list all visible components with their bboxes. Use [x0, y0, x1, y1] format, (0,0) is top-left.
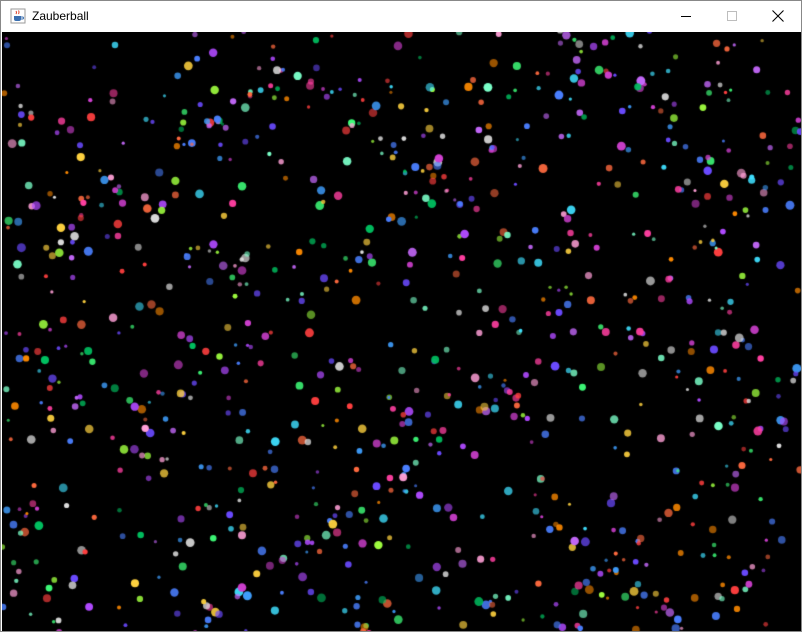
maximize-icon	[727, 11, 737, 21]
close-button[interactable]	[755, 1, 801, 31]
maximize-button[interactable]	[709, 1, 755, 31]
animation-canvas-area[interactable]	[2, 32, 801, 631]
minimize-icon	[681, 16, 691, 17]
minimize-button[interactable]	[663, 1, 709, 31]
close-icon	[772, 10, 784, 22]
particle-canvas[interactable]	[2, 32, 801, 631]
window-title: Zauberball	[32, 9, 89, 23]
java-cup-icon	[10, 8, 26, 24]
app-window: Zauberball	[0, 0, 802, 632]
title-bar[interactable]: Zauberball	[1, 1, 801, 31]
